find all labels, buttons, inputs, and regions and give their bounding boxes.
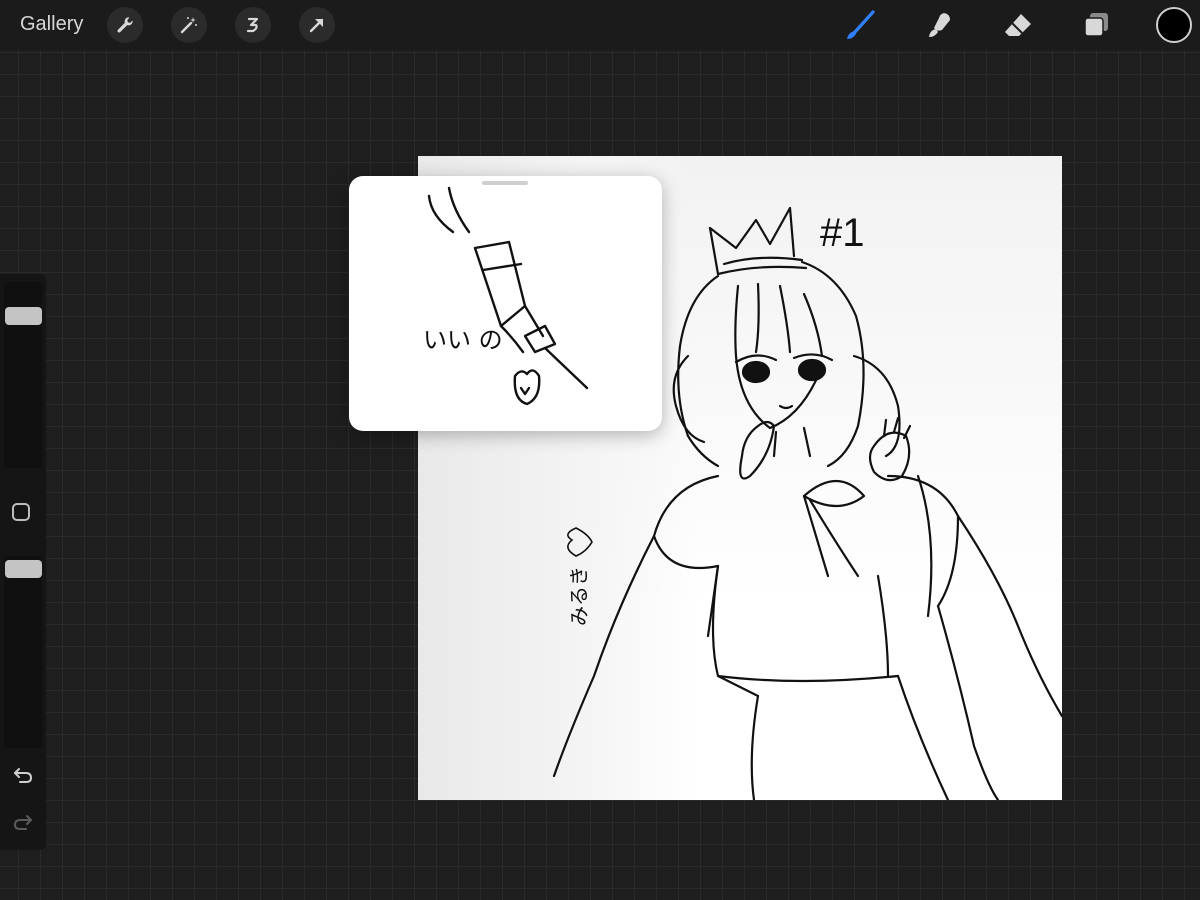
transform-button[interactable] <box>299 7 335 43</box>
layers-icon <box>1081 10 1111 40</box>
redo-icon <box>11 810 35 834</box>
reference-text: いい の <box>423 326 503 354</box>
brush-size-slider[interactable] <box>4 282 42 468</box>
eraser-icon <box>1002 10 1034 40</box>
undo-icon <box>11 763 35 787</box>
transform-arrow-icon <box>307 15 327 35</box>
adjustments-button[interactable] <box>171 7 207 43</box>
smudge-icon <box>924 10 954 40</box>
color-picker-button[interactable] <box>1156 7 1192 43</box>
gallery-button[interactable]: Gallery <box>20 13 83 36</box>
actions-button[interactable] <box>107 7 143 43</box>
reference-window[interactable]: いい の <box>349 176 662 431</box>
brush-size-handle[interactable] <box>5 307 42 325</box>
top-toolbar: Gallery <box>0 0 1200 50</box>
redo-button[interactable] <box>11 810 35 834</box>
smudge-tool[interactable] <box>921 8 957 42</box>
left-sidebar <box>0 274 46 850</box>
annotation-number: #1 <box>820 211 865 255</box>
selection-icon <box>243 15 263 35</box>
reference-sketch: いい の <box>423 186 589 406</box>
magic-wand-icon <box>179 15 199 35</box>
undo-button[interactable] <box>11 763 35 787</box>
opacity-handle[interactable] <box>5 560 42 578</box>
selection-button[interactable] <box>235 7 271 43</box>
modify-button[interactable] <box>12 503 30 521</box>
opacity-slider[interactable] <box>4 556 42 748</box>
eraser-tool[interactable] <box>1000 8 1036 42</box>
layers-tool[interactable] <box>1078 8 1114 42</box>
brush-icon <box>843 8 877 42</box>
brush-tool[interactable] <box>842 8 878 42</box>
artist-signature: みるき <box>567 566 591 626</box>
wrench-icon <box>115 15 135 35</box>
